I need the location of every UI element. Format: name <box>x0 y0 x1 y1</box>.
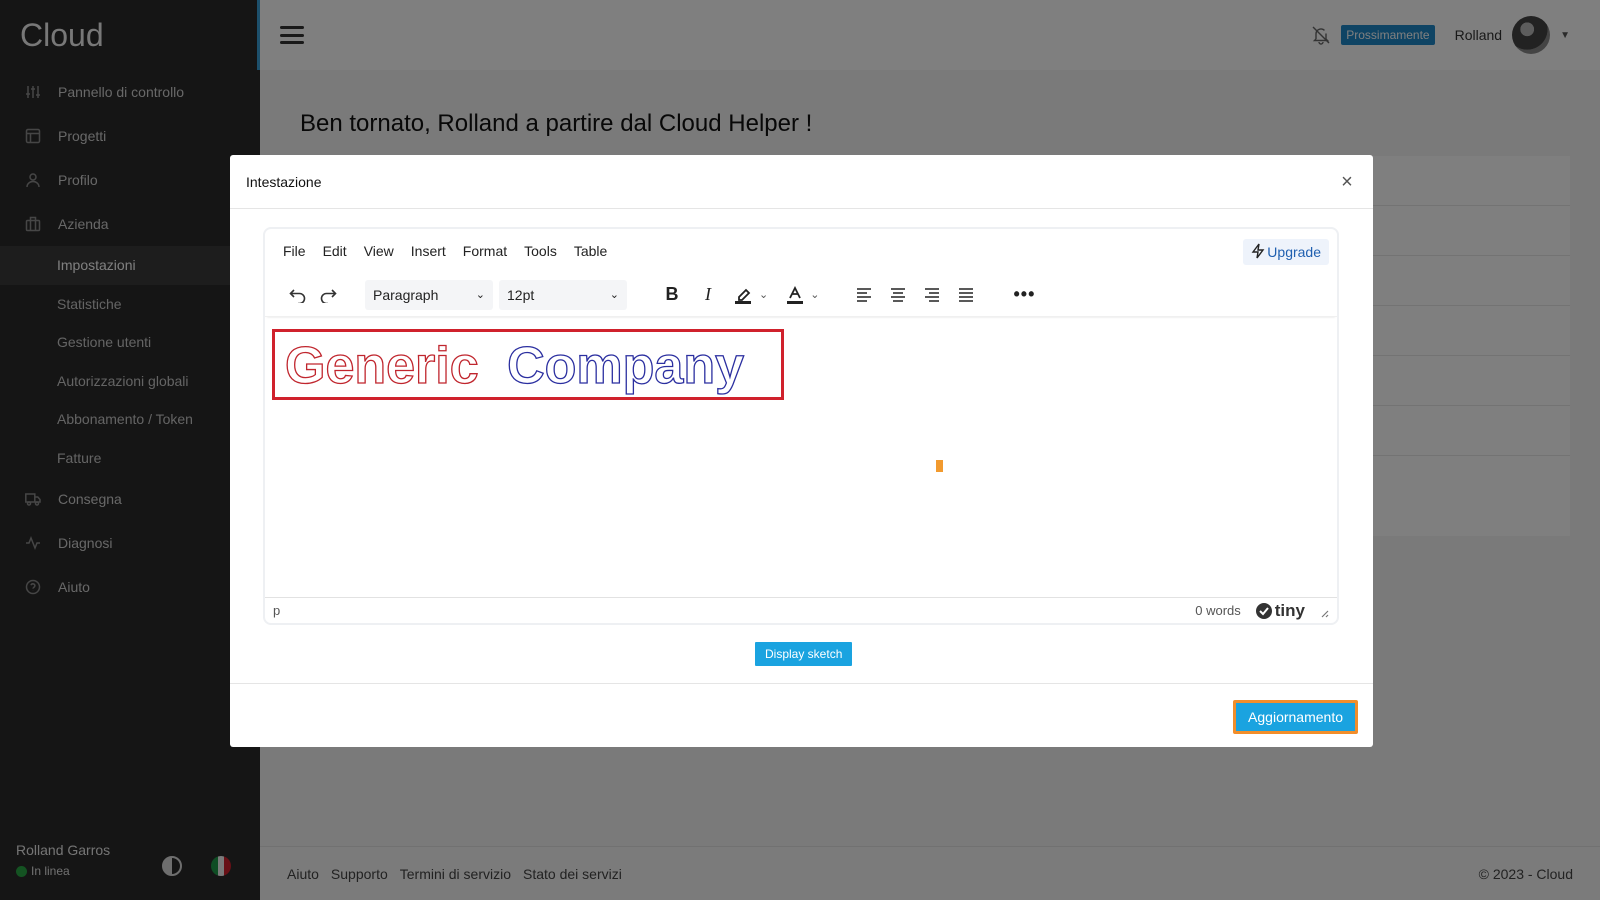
text-cursor-marker <box>936 460 943 472</box>
redo-icon[interactable] <box>313 280 343 310</box>
menu-format[interactable]: Format <box>463 243 507 259</box>
bolt-icon <box>1251 243 1265 262</box>
tiny-brand-label: tiny <box>1274 600 1305 620</box>
company-word-generic: Generic <box>285 337 479 395</box>
word-count[interactable]: 0 words <box>1195 603 1241 618</box>
company-name-text[interactable]: Generic Company <box>272 329 784 400</box>
modal-footer: Aggiornamento <box>230 683 1373 747</box>
display-sketch-button[interactable]: Display sketch <box>755 642 853 666</box>
chevron-down-icon: ⌄ <box>475 289 485 301</box>
rich-text-editor: File Edit View Insert Format Tools Table… <box>263 227 1339 625</box>
company-word-company: Company <box>507 337 744 395</box>
element-path[interactable]: p <box>273 603 280 618</box>
svg-text:Generic Company: Generic Company <box>285 337 744 395</box>
editor-statusbar: p 0 words tiny <box>265 597 1337 623</box>
text-color-icon[interactable] <box>780 280 810 310</box>
font-size-select[interactable]: 12pt ⌄ <box>499 279 627 310</box>
header-modal: Intestazione × File Edit View Insert For… <box>230 155 1373 747</box>
tiny-logo[interactable]: tiny <box>1255 601 1305 621</box>
menu-view[interactable]: View <box>364 243 394 259</box>
block-format-value: Paragraph <box>373 286 439 303</box>
editor-toolbar: Paragraph ⌄ 12pt ⌄ B I ⌄ ⌄ ••• <box>265 273 1337 317</box>
modal-title: Intestazione <box>246 173 322 190</box>
justify-icon[interactable] <box>951 280 981 310</box>
upgrade-label: Upgrade <box>1267 244 1321 260</box>
menu-tools[interactable]: Tools <box>524 243 557 259</box>
tiny-logo-icon <box>1255 602 1272 619</box>
chevron-down-icon: ⌄ <box>609 289 619 301</box>
chevron-down-icon[interactable]: ⌄ <box>759 288 768 301</box>
menu-file[interactable]: File <box>283 243 306 259</box>
chevron-down-icon[interactable]: ⌄ <box>810 288 819 301</box>
undo-icon[interactable] <box>283 280 313 310</box>
resize-handle-icon[interactable] <box>1319 606 1329 617</box>
block-format-select[interactable]: Paragraph ⌄ <box>365 279 493 310</box>
update-button[interactable]: Aggiornamento <box>1233 700 1358 734</box>
bold-icon[interactable]: B <box>657 280 687 310</box>
menu-table[interactable]: Table <box>574 243 607 259</box>
font-size-value: 12pt <box>507 286 535 303</box>
align-center-icon[interactable] <box>883 280 913 310</box>
company-name-outline: Generic Company <box>285 336 745 395</box>
highlight-color-icon[interactable] <box>729 280 759 310</box>
close-icon[interactable]: × <box>1337 171 1357 193</box>
upgrade-button[interactable]: Upgrade <box>1243 239 1329 265</box>
editor-menubar: File Edit View Insert Format Tools Table… <box>265 229 1337 273</box>
menu-edit[interactable]: Edit <box>323 243 347 259</box>
editor-content-area[interactable]: Generic Company <box>265 319 1337 596</box>
more-options-icon[interactable]: ••• <box>1009 280 1039 310</box>
modal-header: Intestazione × <box>230 155 1373 209</box>
align-right-icon[interactable] <box>917 280 947 310</box>
menu-insert[interactable]: Insert <box>411 243 446 259</box>
align-left-icon[interactable] <box>849 280 879 310</box>
italic-icon[interactable]: I <box>693 280 723 310</box>
